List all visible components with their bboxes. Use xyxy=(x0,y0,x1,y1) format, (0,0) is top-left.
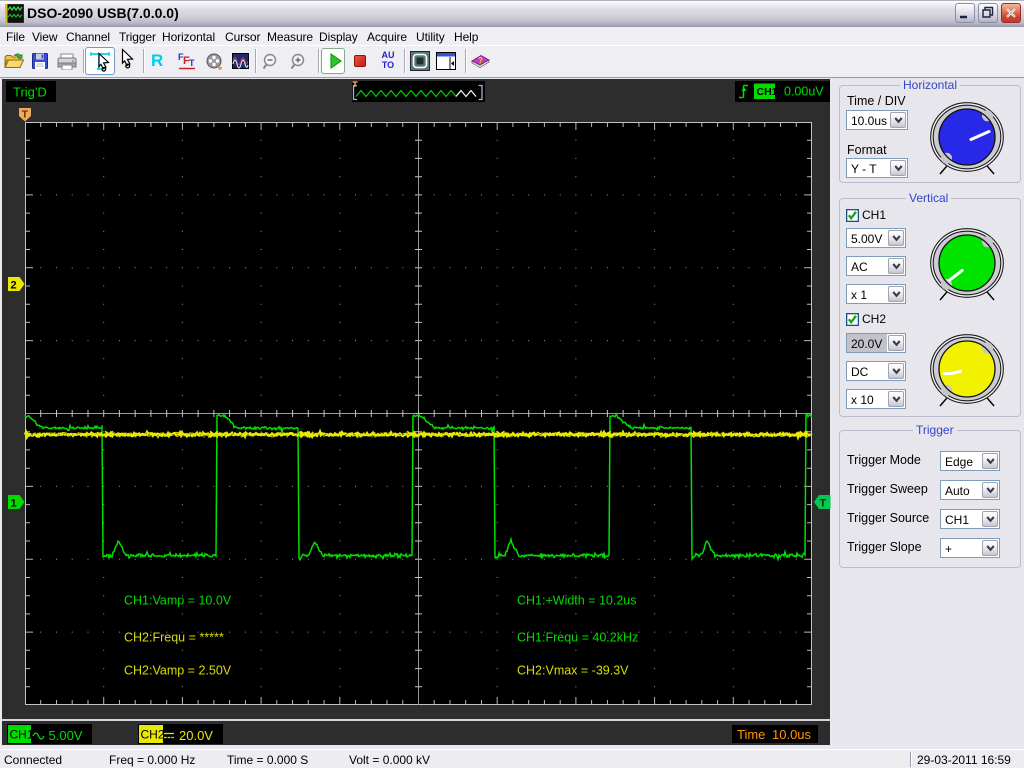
svg-text:Time: Time xyxy=(737,727,765,742)
svg-text:10.0us: 10.0us xyxy=(772,727,812,742)
svg-text:?: ? xyxy=(478,56,483,65)
svg-text:20.0V: 20.0V xyxy=(179,728,213,743)
svg-text:5.00V: 5.00V xyxy=(49,728,83,743)
svg-text:CH1: CH1 xyxy=(757,86,778,98)
svg-text:CH1: CH1 xyxy=(10,728,34,742)
svg-text:Trig'D: Trig'D xyxy=(13,85,47,100)
svg-text:CH1:Frequ = 40.2kHz: CH1:Frequ = 40.2kHz xyxy=(517,631,638,645)
svg-text:T: T xyxy=(22,110,28,121)
svg-text:T: T xyxy=(820,498,827,510)
svg-text:CH1:Vamp = 10.0V: CH1:Vamp = 10.0V xyxy=(124,594,232,608)
svg-text:CH2:Vamp = 2.50V: CH2:Vamp = 2.50V xyxy=(124,664,232,678)
svg-text:CH2:Frequ = *****: CH2:Frequ = ***** xyxy=(124,631,224,645)
svg-text:2: 2 xyxy=(11,280,17,292)
svg-text:0.00uV: 0.00uV xyxy=(784,85,824,99)
svg-text:CH1:+Width = 10.2us: CH1:+Width = 10.2us xyxy=(517,594,637,608)
svg-text:T: T xyxy=(189,58,195,68)
svg-text:CH2:Vmax = -39.3V: CH2:Vmax = -39.3V xyxy=(517,664,629,678)
svg-text:1: 1 xyxy=(11,498,17,510)
svg-text:CH2: CH2 xyxy=(141,728,165,742)
